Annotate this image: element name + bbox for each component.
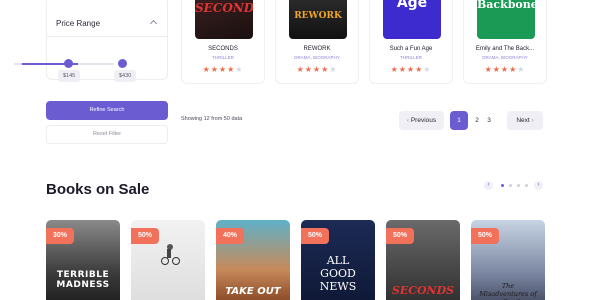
cover-title: SECONDS [391, 284, 455, 297]
star-rating: ★★★★★ [370, 65, 452, 74]
book-card[interactable]: REWORK REWORK DRAMA, BIOGRAPHY ★★★★★ [275, 0, 359, 84]
cover-title: SECONDS [195, 1, 253, 15]
carousel-dot[interactable] [525, 184, 528, 187]
book-title[interactable]: SECONDS [182, 46, 264, 52]
showing-count: Showing 12 from 50 data [181, 116, 243, 122]
book-cover[interactable]: Age [383, 0, 441, 39]
star-icon: ★ [390, 65, 399, 74]
previous-label: Previous [410, 117, 437, 124]
bike-rider-image [161, 244, 181, 266]
next-page-button[interactable]: Next › [507, 111, 543, 130]
star-icon: ★ [304, 65, 313, 74]
star-icon: ★ [329, 65, 338, 74]
section-title: Books on Sale [46, 181, 150, 198]
book-card[interactable]: SECONDS SECONDS THRILLER ★★★★★ [181, 0, 265, 84]
price-min-handle[interactable] [64, 59, 73, 68]
book-card[interactable]: Backbone Emily and The Back... DRAMA, BI… [463, 0, 547, 84]
price-range-title: Price Range [56, 19, 101, 28]
book-category: THRILLER [400, 55, 422, 60]
book-title[interactable]: REWORK [276, 46, 358, 52]
star-icon: ★ [218, 65, 228, 74]
star-icon: ★ [235, 65, 244, 74]
cover-title: The Misadventures of a Good [479, 282, 537, 300]
page-button-3[interactable]: 3 [480, 111, 498, 130]
star-icon: ★ [210, 65, 219, 74]
sale-book-card[interactable]: 50% ALL GOOD NEWS [301, 220, 375, 300]
carousel-dot[interactable] [501, 184, 504, 187]
discount-badge: 40% [216, 228, 244, 244]
carousel-next-button[interactable]: › [534, 181, 543, 190]
cover-title: ALL GOOD NEWS [319, 254, 357, 293]
sale-book-card[interactable]: 50% SECONDS [386, 220, 460, 300]
cover-title: TERRIBLE MADNESS [56, 270, 110, 290]
price-filter-card: Price Range [46, 0, 168, 80]
sale-book-card[interactable]: 50% The Misadventures of a Good [471, 220, 545, 300]
carousel-prev-button[interactable]: ‹ [484, 181, 493, 190]
reset-filter-button[interactable]: Reset Filter [46, 125, 168, 144]
book-category: THRILLER [212, 55, 234, 60]
next-label: Next [516, 117, 530, 124]
star-icon: ★ [423, 65, 432, 74]
star-icon: ★ [296, 65, 305, 74]
carousel-dot[interactable] [509, 184, 512, 187]
star-icon: ★ [517, 65, 526, 74]
chevron-right-icon: › [529, 117, 534, 124]
book-card[interactable]: Age Such a Fun Age THRILLER ★★★★★ [369, 0, 453, 84]
star-icon: ★ [398, 65, 407, 74]
book-cover[interactable]: SECONDS [195, 0, 253, 39]
discount-badge: 50% [471, 228, 499, 244]
discount-badge: 30% [46, 228, 74, 244]
book-category: DRAMA, BIOGRAPHY [482, 55, 528, 60]
chevron-up-icon[interactable] [149, 19, 158, 28]
price-max-value: $430 [114, 70, 137, 82]
price-max-handle[interactable] [118, 59, 127, 68]
star-icon: ★ [500, 65, 510, 74]
carousel-dot[interactable] [517, 184, 520, 187]
discount-badge: 50% [131, 228, 159, 244]
discount-badge: 50% [301, 228, 329, 244]
star-icon: ★ [484, 65, 493, 74]
cover-title: REWORK [294, 11, 342, 21]
previous-page-button[interactable]: ‹ Previous [399, 111, 444, 130]
cover-title: Backbone [477, 0, 535, 11]
star-icon: ★ [492, 65, 501, 74]
sale-book-card[interactable]: 30% TERRIBLE MADNESS [46, 220, 120, 300]
book-title[interactable]: Such a Fun Age [370, 46, 452, 52]
book-cover[interactable]: REWORK [289, 0, 347, 39]
star-rating: ★★★★★ [464, 65, 546, 74]
book-category: DRAMA, BIOGRAPHY [294, 55, 340, 60]
sale-book-card[interactable]: 40% TAKE OUT [216, 220, 290, 300]
star-rating: ★★★★★ [182, 65, 264, 74]
cover-title: Age [396, 0, 428, 11]
sale-book-card[interactable]: 50% [131, 220, 205, 300]
star-icon: ★ [406, 65, 416, 74]
star-rating: ★★★★★ [276, 65, 358, 74]
book-title[interactable]: Emily and The Back... [464, 46, 546, 52]
star-icon: ★ [312, 65, 322, 74]
book-cover[interactable]: Backbone [477, 0, 535, 39]
star-icon: ★ [202, 65, 211, 74]
price-min-value: $145 [58, 70, 81, 82]
price-filter-header[interactable]: Price Range [47, 11, 167, 37]
discount-badge: 50% [386, 228, 414, 244]
cover-title: TAKE OUT [225, 286, 281, 297]
page-button-1[interactable]: 1 [450, 111, 468, 130]
refine-search-button[interactable]: Refine Search [46, 101, 168, 120]
